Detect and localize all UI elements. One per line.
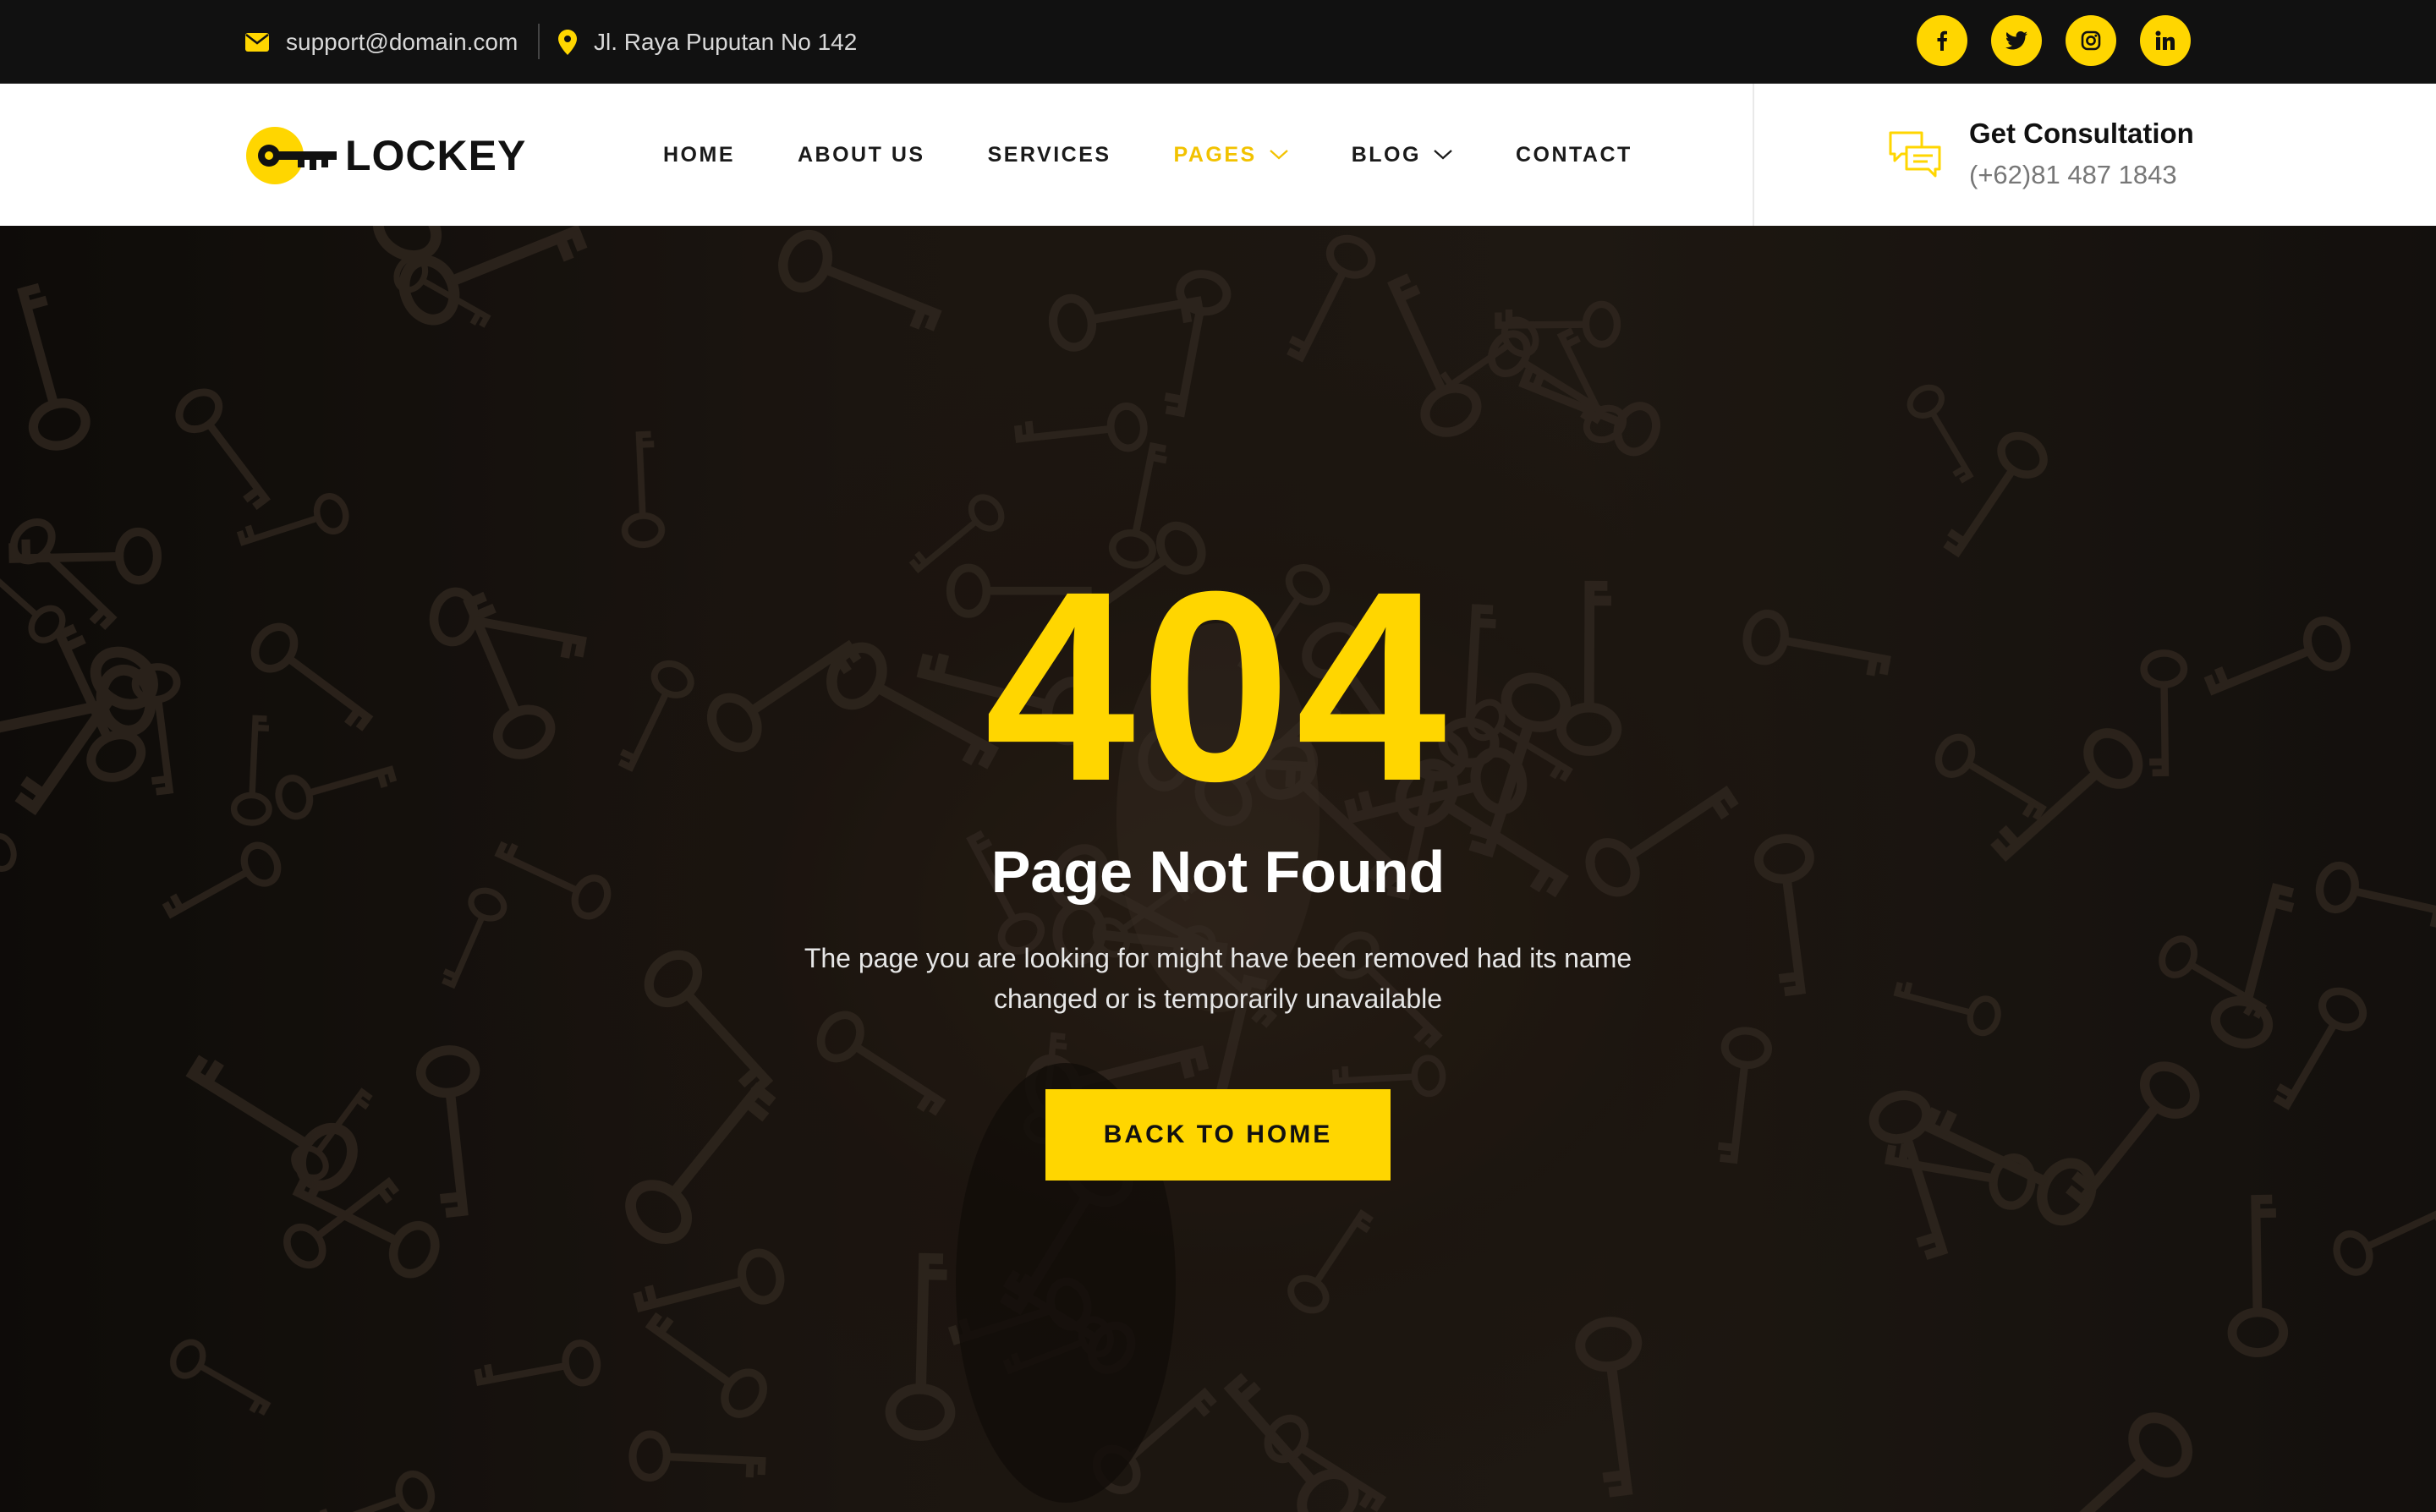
nav-label: PAGES [1173,142,1257,167]
nav-label: ABOUT US [798,142,925,167]
nav-contact[interactable]: CONTACT [1516,143,1632,167]
main-header: LOCKEY HOME ABOUT US SERVICES PAGES BLOG… [0,84,2436,226]
consultation-title: Get Consultation [1969,118,2194,149]
social-links [1917,15,2191,66]
address-contact: Jl. Raya Puputan No 142 [558,0,857,84]
nav-label: HOME [663,142,735,167]
nav-about-us[interactable]: ABOUT US [798,143,925,167]
nav-blog[interactable]: BLOG [1352,143,1453,167]
logo-text: LOCKEY [345,132,527,179]
consultation-block[interactable]: Get Consultation (+62)81 487 1843 [1888,118,2194,190]
facebook-icon [1937,30,1947,51]
chevron-down-icon [1269,150,1288,160]
error-code: 404 [985,534,1451,837]
linkedin-link[interactable] [2140,15,2191,66]
site-logo[interactable]: LOCKEY [245,126,526,185]
consultation-phone: (+62)81 487 1843 [1969,160,2177,189]
email-text: support@domain.com [286,28,518,55]
envelope-icon [245,32,269,52]
header-divider [1753,84,1754,226]
nav-pages[interactable]: PAGES [1174,143,1289,167]
twitter-icon [2005,31,2027,50]
linkedin-icon [2155,30,2175,50]
hero-section: 404 Page Not Found The page you are look… [0,226,2436,1512]
nav-services[interactable]: SERVICES [988,143,1111,167]
main-nav: HOME ABOUT US SERVICES PAGES BLOG CONTAC… [663,84,1695,226]
map-pin-icon [558,29,577,55]
top-bar: support@domain.com Jl. Raya Puputan No 1… [0,0,2436,84]
error-description: The page you are looking for might have … [804,943,1632,1014]
facebook-link[interactable] [1917,15,1967,66]
instagram-link[interactable] [2066,15,2116,66]
email-contact[interactable]: support@domain.com [245,0,518,84]
address-text: Jl. Raya Puputan No 142 [594,28,858,55]
nav-label: SERVICES [987,142,1111,167]
chevron-down-icon [1434,150,1452,160]
error-title: Page Not Found [990,839,1446,905]
topbar-divider [538,24,540,59]
nav-home[interactable]: HOME [663,143,735,167]
nav-label: CONTACT [1515,142,1632,167]
back-to-home-button[interactable]: BACK TO HOME [1045,1089,1391,1181]
chat-bubbles-icon [1889,131,1941,178]
key-logo-icon [246,127,337,184]
twitter-link[interactable] [1991,15,2042,66]
instagram-icon [2081,30,2101,51]
consultation-text: Get Consultation (+62)81 487 1843 [1969,118,2194,190]
nav-label: BLOG [1351,142,1421,167]
